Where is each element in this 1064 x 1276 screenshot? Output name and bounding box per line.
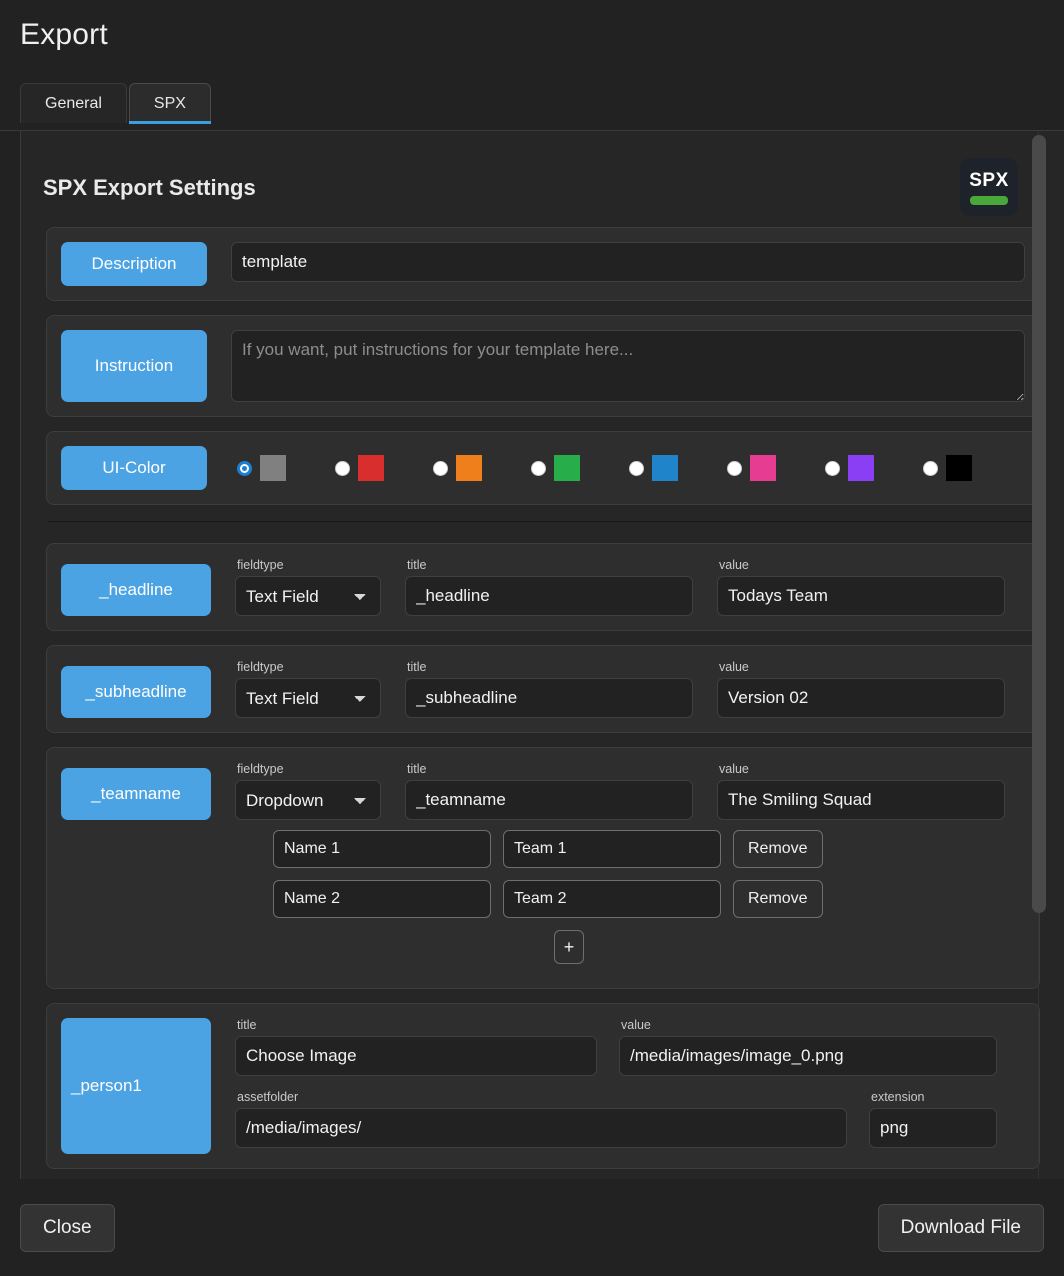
swatch-gray[interactable] — [260, 455, 286, 481]
radio-purple[interactable] — [825, 460, 840, 476]
field-chip-subheadline: _subheadline — [61, 666, 211, 718]
instruction-chip: Instruction — [61, 330, 207, 402]
radio-green[interactable] — [531, 460, 546, 476]
title-input-teamname[interactable] — [405, 780, 693, 820]
title-label-teamname: title — [407, 762, 427, 776]
export-dialog: Export General SPX SPX Export Settings S… — [0, 0, 1064, 1276]
instruction-card: Instruction — [46, 315, 1040, 417]
title-input-subheadline[interactable] — [405, 678, 693, 718]
spx-logo-icon: SPX — [960, 158, 1018, 216]
value-input-subheadline[interactable] — [717, 678, 1005, 718]
swatch-red[interactable] — [358, 455, 384, 481]
description-chip: Description — [61, 242, 207, 286]
color-option-green[interactable] — [531, 455, 629, 481]
swatch-pink[interactable] — [750, 455, 776, 481]
remove-option-button-2[interactable]: Remove — [733, 880, 823, 918]
close-button[interactable]: Close — [20, 1204, 115, 1252]
value-label-headline: value — [719, 558, 749, 572]
title-input-headline[interactable] — [405, 576, 693, 616]
tab-general[interactable]: General — [20, 83, 127, 123]
assetfolder-label-person1: assetfolder — [237, 1090, 299, 1104]
value-label-teamname: value — [719, 762, 749, 776]
fieldtype-select-headline[interactable]: Text Field — [235, 576, 381, 616]
value-input-headline[interactable] — [717, 576, 1005, 616]
remove-option-button-1[interactable]: Remove — [733, 830, 823, 868]
color-option-red[interactable] — [335, 455, 433, 481]
fieldtype-label-subheadline: fieldtype — [237, 660, 284, 674]
radio-orange[interactable] — [433, 460, 448, 476]
spx-settings-panel: SPX Export Settings SPX Description temp… — [20, 131, 1064, 1179]
page-title: Export — [20, 18, 108, 51]
scrollbar-thumb[interactable] — [1032, 135, 1046, 913]
color-option-pink[interactable] — [727, 455, 825, 481]
title-label-subheadline: title — [407, 660, 427, 674]
value-input-teamname[interactable] — [717, 780, 1005, 820]
swatch-orange[interactable] — [456, 455, 482, 481]
color-option-purple[interactable] — [825, 455, 923, 481]
instruction-textarea[interactable] — [231, 330, 1025, 402]
value-label-person1: value — [621, 1018, 651, 1032]
field-card-headline: _headline fieldtype Text Field title val… — [46, 543, 1040, 631]
dropdown-option-row: Remove — [61, 880, 1025, 918]
title-label-person1: title — [237, 1018, 257, 1032]
option-name-input-1[interactable] — [273, 830, 491, 868]
field-card-teamname: _teamname fieldtype Dropdown title value — [46, 747, 1040, 989]
color-option-orange[interactable] — [433, 455, 531, 481]
radio-gray[interactable] — [237, 460, 252, 476]
panel-header: SPX Export Settings SPX — [21, 131, 1064, 227]
extension-input-person1[interactable] — [869, 1108, 997, 1148]
description-input[interactable] — [231, 242, 1025, 282]
option-team-input-1[interactable] — [503, 830, 721, 868]
dropdown-option-row: Remove — [61, 830, 1025, 868]
field-card-subheadline: _subheadline fieldtype Text Field title … — [46, 645, 1040, 733]
fieldtype-select-subheadline[interactable]: Text Field — [235, 678, 381, 718]
swatch-black[interactable] — [946, 455, 972, 481]
title-input-person1[interactable] — [235, 1036, 597, 1076]
option-team-input-2[interactable] — [503, 880, 721, 918]
color-option-blue[interactable] — [629, 455, 727, 481]
download-file-button[interactable]: Download File — [877, 1204, 1044, 1252]
radio-red[interactable] — [335, 460, 350, 476]
extension-label-person1: extension — [871, 1090, 925, 1104]
assetfolder-input-person1[interactable] — [235, 1108, 847, 1148]
color-option-gray[interactable] — [237, 455, 335, 481]
value-input-person1[interactable] — [619, 1036, 997, 1076]
title-label-headline: title — [407, 558, 427, 572]
spx-logo-text: SPX — [969, 170, 1009, 191]
tab-spx[interactable]: SPX — [128, 83, 211, 124]
option-name-input-2[interactable] — [273, 880, 491, 918]
swatch-green[interactable] — [554, 455, 580, 481]
section-divider — [48, 521, 1038, 522]
field-chip-person1: _person1 — [61, 1018, 211, 1154]
panel-scrollbar[interactable] — [1032, 131, 1046, 1179]
radio-blue[interactable] — [629, 460, 644, 476]
dialog-footer: Close Download File — [0, 1182, 1064, 1276]
fieldtype-label-headline: fieldtype — [237, 558, 284, 572]
field-chip-teamname: _teamname — [61, 768, 211, 820]
description-card: Description — [46, 227, 1040, 301]
radio-pink[interactable] — [727, 460, 742, 476]
panel-title: SPX Export Settings — [43, 175, 256, 200]
field-chip-headline: _headline — [61, 564, 211, 616]
ui-color-options — [231, 455, 1025, 481]
field-card-person1: _person1 title value — [46, 1003, 1040, 1169]
swatch-purple[interactable] — [848, 455, 874, 481]
radio-black[interactable] — [923, 460, 938, 476]
spx-logo-bar — [970, 196, 1008, 205]
dropdown-options-list: Remove Remove + — [61, 820, 1025, 974]
tabbar: General SPX — [20, 83, 211, 124]
ui-color-card: UI-Color — [46, 431, 1040, 505]
fieldtype-label-teamname: fieldtype — [237, 762, 284, 776]
fieldtype-select-teamname[interactable]: Dropdown — [235, 780, 381, 820]
swatch-blue[interactable] — [652, 455, 678, 481]
add-option-button[interactable]: + — [554, 930, 584, 964]
ui-color-chip: UI-Color — [61, 446, 207, 490]
value-label-subheadline: value — [719, 660, 749, 674]
color-option-black[interactable] — [923, 455, 1021, 481]
